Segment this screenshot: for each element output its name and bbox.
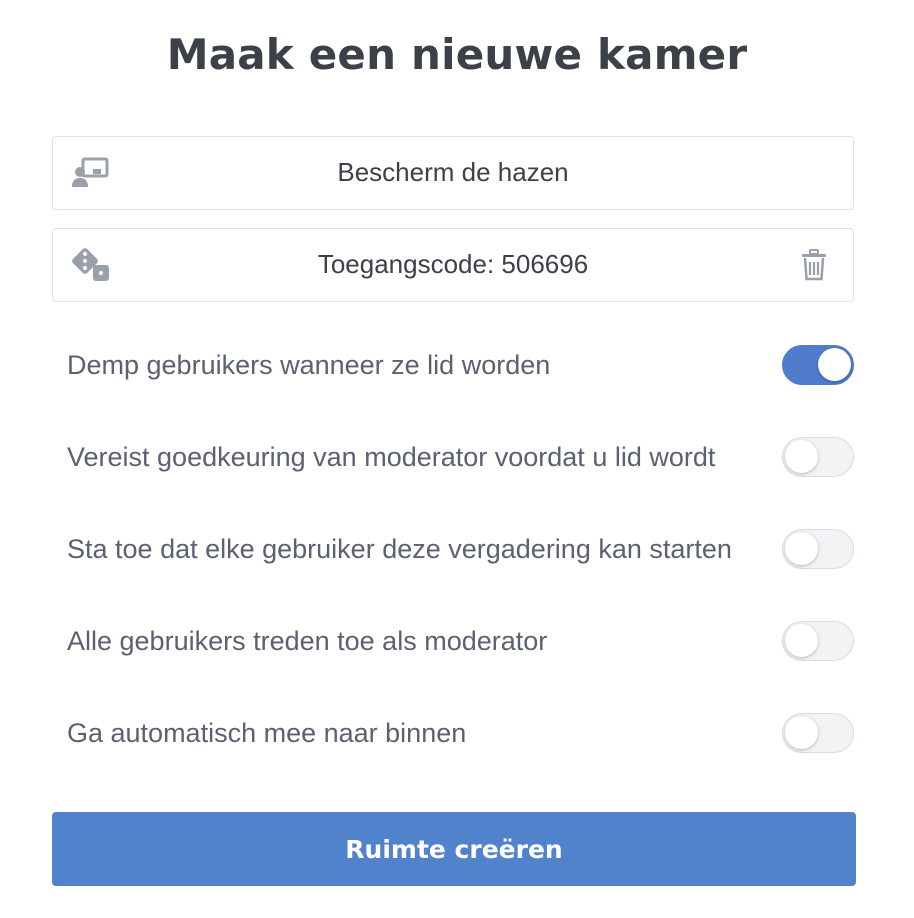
option-label: Alle gebruikers treden toe als moderator [67,626,548,656]
all-moderators-toggle[interactable] [782,621,854,661]
toggle-knob [785,532,818,565]
auto-join-toggle[interactable] [782,713,854,753]
option-row-anyone-can-start: Sta toe dat elke gebruiker deze vergader… [52,529,854,573]
create-room-dialog: Maak een nieuwe kamer Bescherm de hazen [0,0,914,918]
option-row-auto-join: Ga automatisch mee naar binnen [52,713,854,757]
option-label: Demp gebruikers wanneer ze lid worden [67,350,551,380]
option-label: Ga automatisch mee naar binnen [67,718,467,748]
require-approval-toggle[interactable] [782,437,854,477]
page-title: Maak een nieuwe kamer [166,30,748,79]
trash-icon[interactable] [799,249,829,281]
toggle-knob [785,624,818,657]
option-row-require-approval: Vereist goedkeuring van moderator voorda… [52,437,854,481]
access-code-value: Toegangscode: 506696 [317,249,589,279]
option-row-mute-on-join: Demp gebruikers wanneer ze lid worden [52,345,854,389]
option-label: Sta toe dat elke gebruiker deze vergader… [67,534,732,564]
mute-on-join-toggle[interactable] [782,345,854,385]
create-room-button[interactable]: Ruimte creëren [52,812,856,886]
option-label: Vereist goedkeuring van moderator voorda… [67,442,716,472]
toggle-knob [785,440,818,473]
room-name-field[interactable]: Bescherm de hazen [52,136,854,210]
option-row-all-moderators: Alle gebruikers treden toe als moderator [52,621,854,665]
toggle-knob [818,348,851,381]
room-name-value: Bescherm de hazen [337,157,569,187]
access-code-field[interactable]: Toegangscode: 506696 [52,228,854,302]
toggle-knob [785,716,818,749]
anyone-can-start-toggle[interactable] [782,529,854,569]
